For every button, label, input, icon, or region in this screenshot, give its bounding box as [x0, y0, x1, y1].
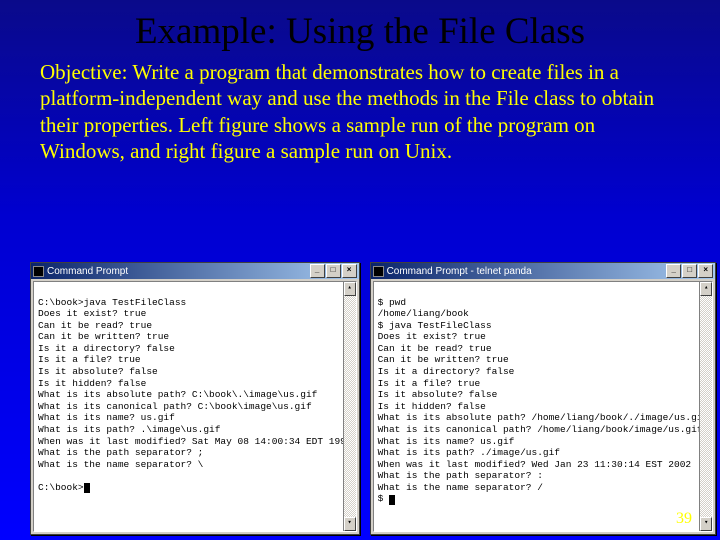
slide: Example: Using the File Class Objective:…	[0, 0, 720, 540]
scroll-up-button[interactable]: ▴	[700, 282, 712, 296]
scroll-down-button[interactable]: ▾	[344, 517, 356, 531]
console-line: C:\book>	[38, 482, 84, 493]
objective-text: Objective: Write a program that demonstr…	[0, 59, 720, 164]
scroll-down-button[interactable]: ▾	[700, 517, 712, 531]
console-right: $ pwd /home/liang/book $ java TestFileCl…	[373, 281, 714, 532]
console-line: What is its canonical path? C:\book\imag…	[38, 401, 312, 412]
console-line: When was it last modified? Wed Jan 23 11…	[378, 459, 692, 470]
console-line: What is its absolute path? /home/liang/b…	[378, 412, 709, 423]
console-line: What is its name? us.gif	[378, 436, 515, 447]
titlebar-text-left: Command Prompt	[47, 266, 310, 277]
unix-console-window: Command Prompt - telnet panda _ □ × $ pw…	[370, 262, 717, 535]
console-line: What is the name separator? \	[38, 459, 203, 470]
slide-title: Example: Using the File Class	[0, 0, 720, 59]
console-line: What is the path separator? :	[378, 470, 543, 481]
console-line: Is it a file? true	[378, 378, 481, 389]
figures-row: Command Prompt _ □ × C:\book>java TestFi…	[30, 262, 690, 535]
page-number: 39	[676, 510, 692, 528]
console-line: $ pwd	[378, 297, 407, 308]
scroll-up-button[interactable]: ▴	[344, 282, 356, 296]
cursor-icon	[389, 495, 395, 505]
maximize-button[interactable]: □	[326, 264, 341, 278]
console-line: C:\book>java TestFileClass	[38, 297, 186, 308]
maximize-button[interactable]: □	[682, 264, 697, 278]
scrollbar-left[interactable]: ▴ ▾	[343, 282, 356, 531]
console-line: $ java TestFileClass	[378, 320, 492, 331]
console-line: What is its path? ./image/us.gif	[378, 447, 560, 458]
console-line: Does it exist? true	[38, 308, 146, 319]
close-button[interactable]: ×	[342, 264, 357, 278]
console-line: What is the name separator? /	[378, 482, 543, 493]
console-line: Is it absolute? false	[38, 366, 158, 377]
close-button[interactable]: ×	[698, 264, 713, 278]
console-line: Is it a directory? false	[38, 343, 175, 354]
console-line: Is it hidden? false	[378, 401, 486, 412]
console-line: When was it last modified? Sat May 08 14…	[38, 436, 352, 447]
console-line: Can it be read? true	[38, 320, 152, 331]
console-line: $	[378, 493, 389, 504]
console-line: What is its path? .\image\us.gif	[38, 424, 220, 435]
cmd-icon	[373, 266, 384, 277]
console-line: Can it be written? true	[378, 354, 509, 365]
cmd-icon	[33, 266, 44, 277]
titlebar-left: Command Prompt _ □ ×	[31, 263, 359, 279]
console-line: Is it hidden? false	[38, 378, 146, 389]
console-line: Does it exist? true	[378, 331, 486, 342]
scroll-track[interactable]	[700, 296, 712, 517]
console-line: Can it be read? true	[378, 343, 492, 354]
minimize-button[interactable]: _	[666, 264, 681, 278]
console-line: What is the path separator? ;	[38, 447, 203, 458]
console-line: Can it be written? true	[38, 331, 169, 342]
console-line: Is it a file? true	[38, 354, 141, 365]
console-line: What is its absolute path? C:\book\.\ima…	[38, 389, 317, 400]
console-line: /home/liang/book	[378, 308, 469, 319]
console-line: What is its name? us.gif	[38, 412, 175, 423]
scroll-track[interactable]	[344, 296, 356, 517]
window-buttons-right: _ □ ×	[666, 264, 713, 278]
console-left: C:\book>java TestFileClass Does it exist…	[33, 281, 357, 532]
console-line: What is its canonical path? /home/liang/…	[378, 424, 703, 435]
console-line: Is it absolute? false	[378, 389, 498, 400]
titlebar-right: Command Prompt - telnet panda _ □ ×	[371, 263, 716, 279]
window-buttons-left: _ □ ×	[310, 264, 357, 278]
scrollbar-right[interactable]: ▴ ▾	[699, 282, 712, 531]
titlebar-text-right: Command Prompt - telnet panda	[387, 266, 667, 277]
console-line: Is it a directory? false	[378, 366, 515, 377]
windows-console-window: Command Prompt _ □ × C:\book>java TestFi…	[30, 262, 360, 535]
minimize-button[interactable]: _	[310, 264, 325, 278]
cursor-icon	[84, 483, 90, 493]
